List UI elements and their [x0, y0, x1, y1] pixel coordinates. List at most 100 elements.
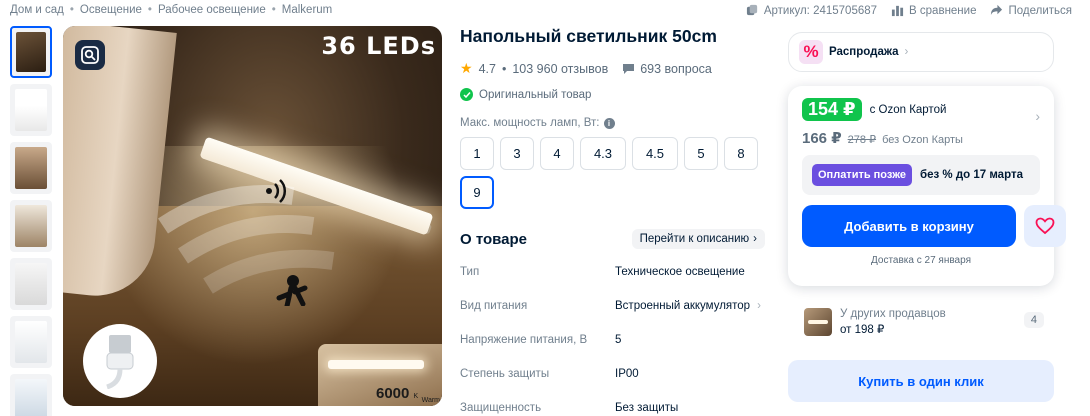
main-product-image[interactable]: 36 LEDs 6000 K Warm — [63, 26, 442, 406]
spec-value[interactable]: Встроенный аккумулятор — [615, 300, 750, 312]
product-info: Напольный светильник 50cm ★ 4.7 • 103 96… — [460, 26, 765, 416]
spec-value: Техническое освещение — [615, 266, 745, 278]
article-number: Артикул: 2415705687 — [763, 4, 878, 17]
motion-sensor-icon — [158, 185, 335, 306]
thumbnail[interactable] — [10, 142, 52, 194]
sale-label: Распродажа — [829, 46, 899, 58]
breadcrumb-separator: • — [271, 4, 276, 16]
spec-value: IP00 — [615, 368, 639, 380]
original-label: Оригинальный товар — [479, 88, 592, 101]
price-card: 154 ₽ с Ozon Картой › 166 ₽ 278 ₽ без Oz… — [788, 86, 1066, 286]
spec-key: Тип — [460, 266, 480, 278]
old-price: 278 ₽ — [847, 134, 877, 146]
rating-row: ★ 4.7 • 103 960 отзывов 693 вопроса — [460, 60, 765, 77]
spec-value: 5 — [615, 334, 622, 346]
lens-search-icon — [81, 46, 99, 64]
sale-banner[interactable]: % Распродажа › — [788, 32, 1054, 72]
reviews-link[interactable]: 103 960 отзывов — [512, 62, 608, 76]
thumbnail[interactable] — [10, 26, 52, 78]
buy-panel: % Распродажа › 154 ₽ с Ozon Картой › 166… — [788, 32, 1066, 402]
inset-color-temp-image: 6000 K Warm — [318, 344, 442, 406]
spec-list: Тип Техническое освещение Вид питания Вс… — [460, 255, 765, 416]
ozon-card-price-row[interactable]: 154 ₽ с Ozon Картой — [802, 98, 1040, 121]
go-to-description-button[interactable]: Перейти к описанию › — [631, 229, 765, 249]
pay-later-terms: без % до 17 марта — [919, 169, 1023, 181]
inset-warm-label: Warm — [421, 397, 440, 404]
chevron-right-icon[interactable]: › — [1035, 108, 1040, 124]
power-option-selected[interactable]: 9 — [460, 176, 494, 209]
inset-lamp-bar — [328, 360, 424, 369]
spec-row: Защищенность Без защиты — [460, 391, 765, 416]
cart-actions: Добавить в корзину — [802, 205, 1066, 247]
thumbnail[interactable] — [10, 200, 52, 252]
regular-price-row: 166 ₽ 278 ₽ без Ozon Карты — [802, 129, 1040, 147]
add-to-cart-button[interactable]: Добавить в корзину — [802, 205, 1016, 247]
thumbnail[interactable] — [10, 258, 52, 310]
power-option[interactable]: 4.5 — [632, 137, 678, 170]
product-title: Напольный светильник 50cm — [460, 26, 717, 46]
breadcrumb-item[interactable]: Дом и сад — [10, 4, 64, 16]
chevron-right-icon[interactable]: › — [757, 300, 761, 312]
other-sellers-text: У других продавцов от 198 ₽ — [840, 308, 946, 336]
spec-row: Степень защиты IP00 — [460, 357, 765, 391]
power-option[interactable]: 8 — [724, 137, 758, 170]
copy-icon — [746, 4, 757, 16]
info-icon[interactable]: i — [603, 117, 615, 129]
spec-key: Напряжение питания, В — [460, 334, 588, 346]
spec-key: Защищенность — [460, 402, 542, 414]
power-option[interactable]: 4.3 — [580, 137, 626, 170]
share-label: Поделиться — [1008, 4, 1072, 17]
chat-bubble-icon — [623, 63, 635, 74]
power-option[interactable]: 5 — [684, 137, 718, 170]
original-product-badge: Оригинальный товар — [460, 88, 765, 101]
delivery-info: Доставка с 27 января — [871, 255, 971, 266]
pay-later-row[interactable]: Оплатить позже без % до 17 марта — [802, 155, 1040, 195]
other-sellers-price: от 198 ₽ — [840, 324, 885, 336]
favorite-button[interactable] — [1024, 205, 1066, 247]
power-option[interactable]: 3 — [500, 137, 534, 170]
spec-key: Степень защиты — [460, 368, 550, 380]
breadcrumb-item[interactable]: Malkerum — [282, 4, 332, 16]
signal-waves-icon — [266, 179, 287, 203]
pay-later-button[interactable]: Оплатить позже — [812, 164, 912, 186]
breadcrumb-item[interactable]: Рабочее освещение — [158, 4, 266, 16]
questions-link[interactable]: 693 вопроса — [622, 62, 712, 76]
sellers-count-badge: 4 — [1023, 312, 1044, 328]
chevron-right-icon: › — [753, 233, 757, 245]
compare-label: В сравнение — [909, 4, 977, 17]
power-option[interactable]: 4 — [540, 137, 574, 170]
article-copy[interactable]: Артикул: 2415705687 — [746, 4, 877, 17]
share-button[interactable]: Поделиться — [990, 4, 1072, 17]
thumbnail[interactable] — [10, 84, 52, 136]
other-sellers[interactable]: У других продавцов от 198 ₽ 4 — [788, 294, 1054, 350]
power-options: 1 3 4 4.3 4.5 5 8 9 — [460, 137, 765, 209]
usb-cable-image — [83, 324, 157, 398]
power-option[interactable]: 1 — [460, 137, 494, 170]
spec-row: Напряжение питания, В 5 — [460, 323, 765, 357]
compare-button[interactable]: В сравнение — [891, 4, 976, 17]
image-search-button[interactable] — [75, 40, 105, 70]
questions-count: 693 вопроса — [640, 61, 712, 76]
thumbnail[interactable] — [10, 374, 52, 416]
rating-value: 4.7 — [478, 61, 496, 76]
breadcrumb-item[interactable]: Освещение — [80, 4, 142, 16]
seller-product-thumbnail — [804, 308, 832, 336]
heart-icon — [1035, 217, 1055, 235]
breadcrumb-separator: • — [147, 4, 152, 16]
breadcrumb-separator: • — [69, 4, 74, 16]
spec-key: Вид питания — [460, 300, 528, 312]
about-title: О товаре — [460, 230, 528, 248]
other-sellers-label: У других продавцов — [840, 308, 946, 320]
go-to-description-label: Перейти к описанию — [639, 233, 750, 245]
ozon-card-price: 154 ₽ — [802, 98, 862, 121]
spec-value: Без защиты — [615, 402, 679, 414]
rating-dot: • — [501, 61, 507, 76]
star-icon: ★ — [460, 60, 473, 76]
check-icon — [460, 88, 473, 101]
buy-one-click-button[interactable]: Купить в один клик — [788, 360, 1054, 402]
spec-row: Тип Техническое освещение — [460, 255, 765, 289]
about-header: О товаре Перейти к описанию › — [460, 229, 765, 249]
chevron-right-icon: › — [904, 46, 909, 58]
thumbnail[interactable] — [10, 316, 52, 368]
spec-row: Вид питания Встроенный аккумулятор › — [460, 289, 765, 323]
